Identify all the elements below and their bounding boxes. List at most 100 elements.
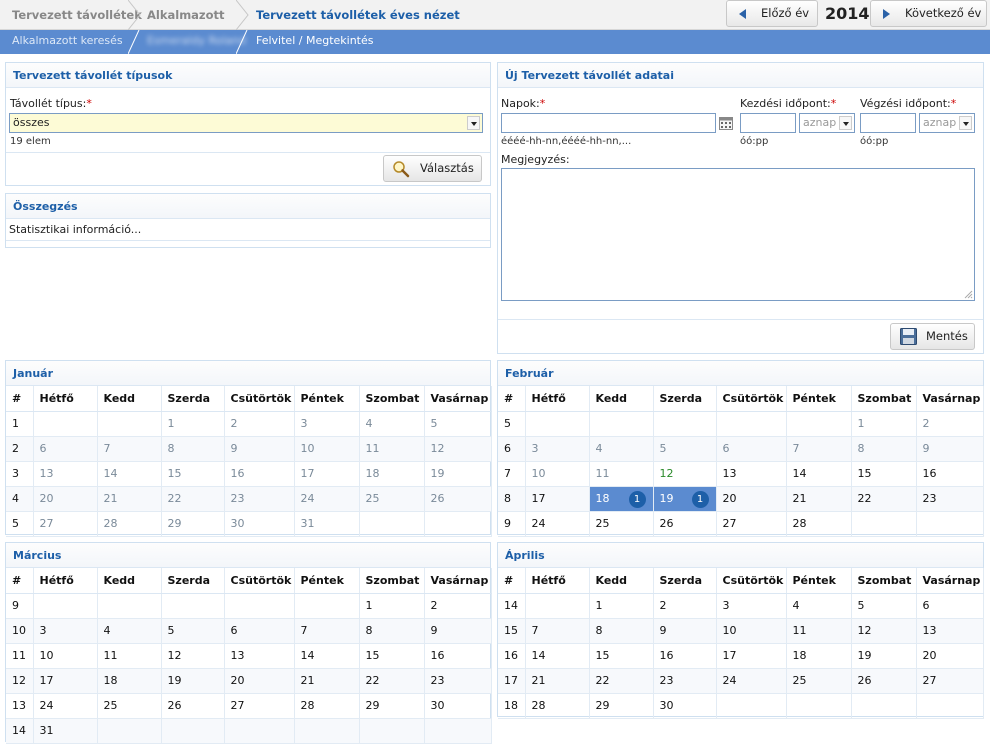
calendar-day-cell[interactable]: 15 — [161, 461, 225, 487]
calendar-day-cell[interactable]: 15 — [359, 643, 425, 669]
calendar-day-cell[interactable]: 12 — [851, 618, 917, 644]
calendar-day-cell[interactable]: 25 — [786, 668, 852, 694]
calendar-day-cell[interactable]: 7 — [525, 618, 590, 644]
calendar-day-cell[interactable]: 24 — [294, 486, 360, 512]
calendar-day-cell[interactable]: 19 1 — [653, 486, 717, 512]
calendar-day-cell[interactable]: 4 — [97, 618, 162, 644]
calendar-day-cell[interactable]: 28 — [525, 693, 590, 719]
calendar-day-cell[interactable]: 12 — [161, 643, 225, 669]
calendar-day-cell[interactable]: 12 — [424, 436, 492, 462]
calendar-day-cell[interactable]: 1 — [161, 411, 225, 437]
calendar-day-cell[interactable]: 5 — [424, 411, 492, 437]
calendar-day-cell[interactable]: 1 — [851, 411, 917, 437]
calendar-day-cell[interactable]: 19 — [851, 643, 917, 669]
calendar-day-cell[interactable]: 7 — [294, 618, 360, 644]
absence-type-select[interactable]: összes — [9, 113, 483, 133]
calendar-day-cell[interactable]: 2 — [224, 411, 295, 437]
calendar-day-cell[interactable]: 17 — [525, 486, 590, 512]
calendar-day-cell[interactable]: 18 1 — [589, 486, 654, 512]
calendar-day-cell[interactable]: 20 — [916, 643, 984, 669]
calendar-day-cell[interactable]: 14 — [525, 643, 590, 669]
calendar-day-cell[interactable]: 5 — [161, 618, 225, 644]
calendar-day-cell[interactable]: 14 — [786, 461, 852, 487]
calendar-day-cell[interactable]: 11 — [786, 618, 852, 644]
chevron-down-icon[interactable] — [839, 116, 852, 130]
calendar-day-cell[interactable]: 21 — [525, 668, 590, 694]
calendar-day-cell[interactable]: 16 — [653, 643, 717, 669]
calendar-day-cell[interactable]: 23 — [916, 486, 984, 512]
calendar-day-cell[interactable]: 20 — [716, 486, 787, 512]
calendar-day-cell[interactable]: 24 — [33, 693, 98, 719]
calendar-day-cell[interactable]: 7 — [97, 436, 162, 462]
calendar-day-cell[interactable]: 4 — [589, 436, 654, 462]
end-time-input[interactable] — [860, 113, 916, 133]
calendar-day-cell[interactable]: 9 — [653, 618, 717, 644]
calendar-day-cell[interactable]: 26 — [653, 511, 717, 537]
calendar-day-cell[interactable]: 10 — [716, 618, 787, 644]
calendar-day-cell[interactable]: 23 — [653, 668, 717, 694]
calendar-day-cell[interactable]: 4 — [786, 593, 852, 619]
calendar-day-cell[interactable]: 15 — [589, 643, 654, 669]
calendar-day-cell[interactable]: 25 — [97, 693, 162, 719]
calendar-day-cell[interactable]: 11 — [359, 436, 425, 462]
calendar-day-cell[interactable]: 29 — [161, 511, 225, 537]
calendar-day-cell[interactable]: 21 — [97, 486, 162, 512]
calendar-day-cell[interactable]: 26 — [424, 486, 492, 512]
calendar-day-cell[interactable]: 7 — [786, 436, 852, 462]
calendar-day-cell[interactable]: 6 — [33, 436, 98, 462]
calendar-day-cell[interactable]: 2 — [653, 593, 717, 619]
chevron-down-icon[interactable] — [959, 116, 972, 130]
calendar-day-cell[interactable]: 19 — [161, 668, 225, 694]
calendar-day-cell[interactable]: 9 — [916, 436, 984, 462]
calendar-day-cell[interactable]: 13 — [716, 461, 787, 487]
calendar-day-cell[interactable]: 3 — [716, 593, 787, 619]
calendar-day-cell[interactable]: 14 — [97, 461, 162, 487]
calendar-day-cell[interactable]: 17 — [716, 643, 787, 669]
absence-count-badge[interactable]: 1 — [628, 490, 646, 508]
calendar-day-cell[interactable]: 3 — [294, 411, 360, 437]
calendar-day-cell[interactable]: 27 — [224, 693, 295, 719]
calendar-day-cell[interactable]: 13 — [224, 643, 295, 669]
calendar-day-cell[interactable]: 6 — [916, 593, 984, 619]
calendar-day-cell[interactable]: 30 — [653, 693, 717, 719]
calendar-day-cell[interactable]: 27 — [33, 511, 98, 537]
calendar-day-cell[interactable]: 31 — [33, 718, 98, 744]
calendar-day-cell[interactable]: 3 — [33, 618, 98, 644]
calendar-day-cell[interactable]: 8 — [161, 436, 225, 462]
calendar-day-cell[interactable]: 8 — [851, 436, 917, 462]
calendar-day-cell[interactable]: 1 — [589, 593, 654, 619]
calendar-day-cell[interactable]: 18 — [786, 643, 852, 669]
calendar-day-cell[interactable]: 10 — [294, 436, 360, 462]
calendar-day-cell[interactable]: 4 — [359, 411, 425, 437]
calendar-day-cell[interactable]: 9 — [224, 436, 295, 462]
calendar-day-cell[interactable]: 8 — [359, 618, 425, 644]
calendar-day-cell[interactable]: 22 — [359, 668, 425, 694]
calendar-icon[interactable] — [719, 116, 733, 130]
calendar-day-cell[interactable]: 2 — [916, 411, 984, 437]
calendar-day-cell[interactable]: 25 — [589, 511, 654, 537]
calendar-day-cell[interactable]: 6 — [716, 436, 787, 462]
save-button[interactable]: Mentés — [890, 323, 975, 350]
calendar-day-cell[interactable]: 28 — [294, 693, 360, 719]
next-year-button[interactable]: Következő év — [870, 0, 987, 27]
start-day-select[interactable]: aznap — [799, 113, 855, 133]
calendar-day-cell[interactable]: 28 — [97, 511, 162, 537]
breadcrumb-item-planned-absences[interactable]: Tervezett távollétek — [12, 0, 142, 30]
calendar-day-cell[interactable]: 5 — [851, 593, 917, 619]
calendar-day-cell[interactable]: 6 — [224, 618, 295, 644]
calendar-day-cell[interactable]: 22 — [161, 486, 225, 512]
subnav-item-employee-search[interactable]: Alkalmazott keresés — [12, 30, 123, 54]
calendar-day-cell[interactable]: 24 — [525, 511, 590, 537]
calendar-day-cell[interactable]: 30 — [424, 693, 492, 719]
calendar-day-cell[interactable]: 24 — [716, 668, 787, 694]
calendar-day-cell[interactable]: 16 — [916, 461, 984, 487]
calendar-day-cell[interactable]: 1 — [359, 593, 425, 619]
end-day-select[interactable]: aznap — [919, 113, 975, 133]
days-input[interactable] — [501, 113, 716, 133]
calendar-day-cell[interactable]: 5 — [653, 436, 717, 462]
calendar-day-cell[interactable]: 10 — [525, 461, 590, 487]
calendar-day-cell[interactable]: 13 — [33, 461, 98, 487]
calendar-day-cell[interactable]: 3 — [525, 436, 590, 462]
calendar-day-cell[interactable]: 13 — [916, 618, 984, 644]
calendar-day-cell[interactable]: 17 — [33, 668, 98, 694]
